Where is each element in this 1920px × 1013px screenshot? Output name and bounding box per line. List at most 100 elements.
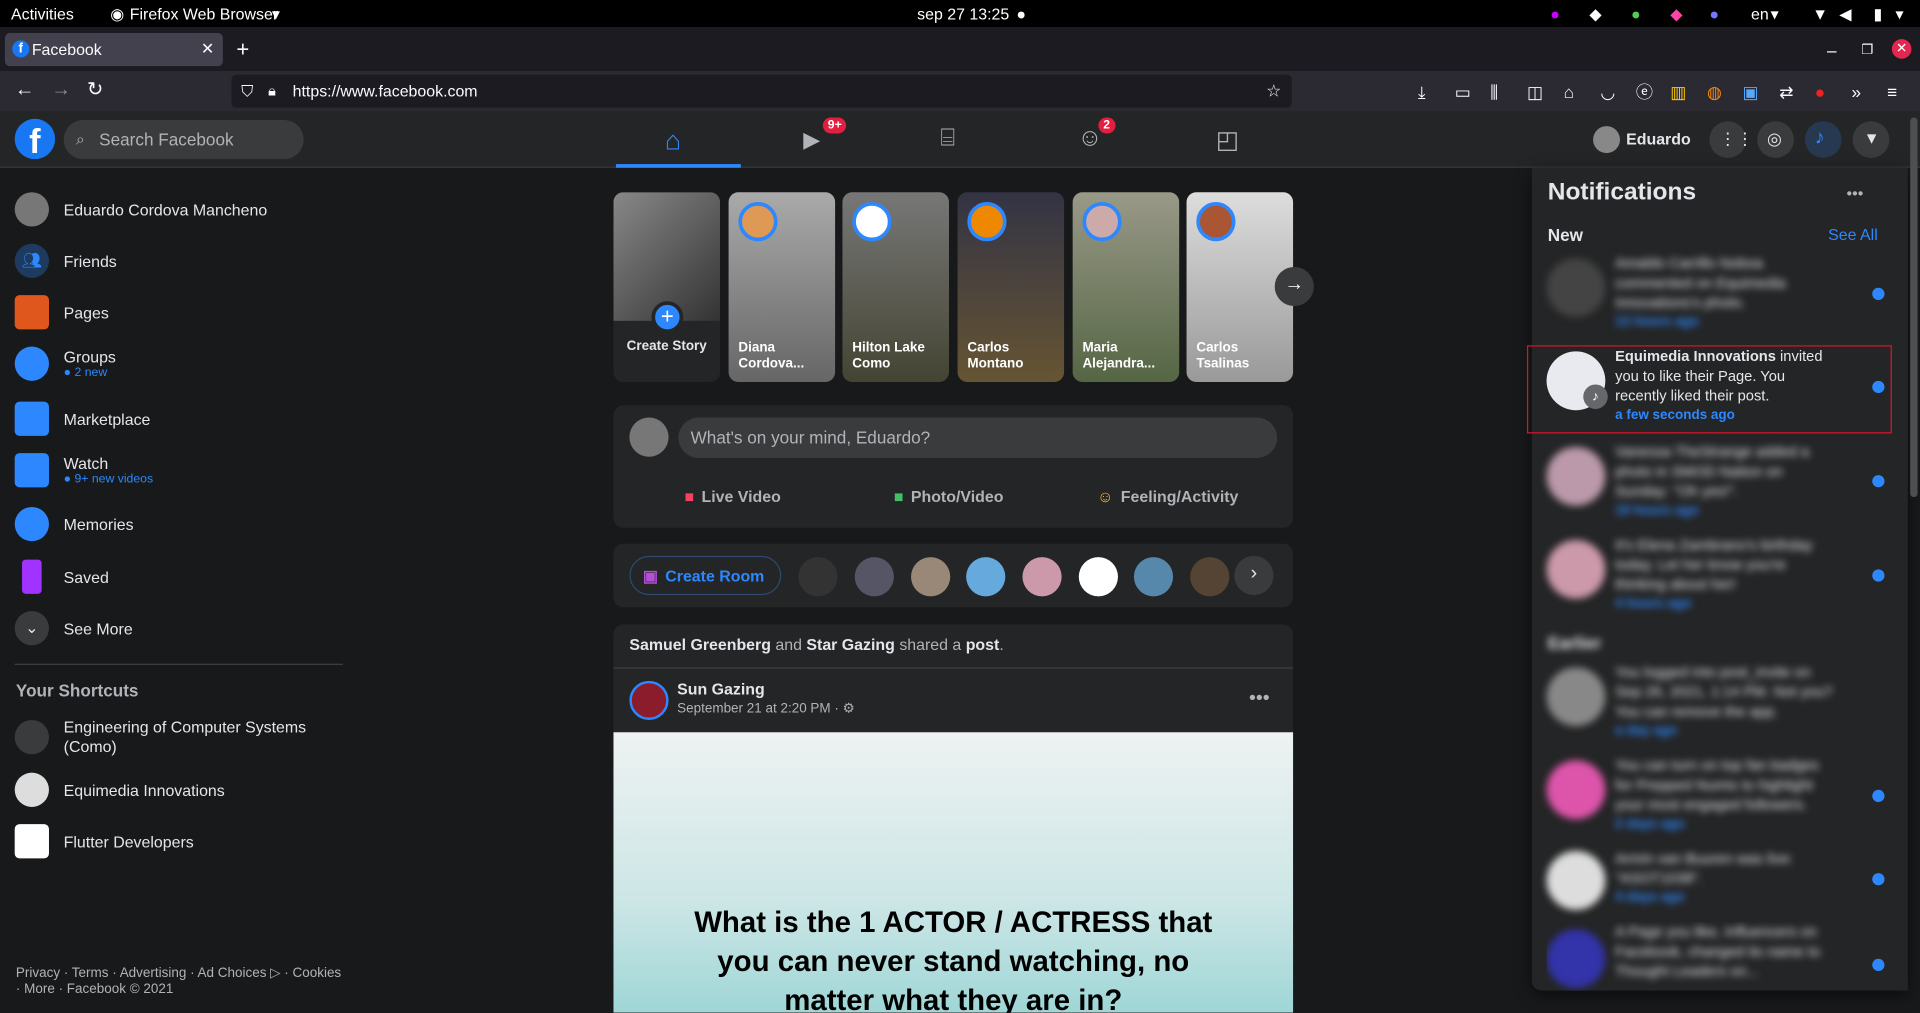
post-date[interactable]: September 21 at 2:20 PM · ⚙ [677,700,855,717]
user-avatar[interactable] [1593,126,1621,154]
story-card[interactable]: Diana Cordova... [728,192,836,383]
extension-translate-icon[interactable]: ▣ [1742,83,1758,100]
dropbox-icon[interactable]: ◆ [1589,5,1601,25]
forward-icon[interactable]: → [51,80,71,100]
url-text[interactable]: https://www.facebook.com [293,82,478,100]
home-icon[interactable]: ⌂ [665,125,681,157]
extension-globe-icon[interactable]: ◍ [1707,83,1722,100]
close-window-icon[interactable]: ✕ [1891,39,1912,59]
room-avatar[interactable] [911,557,951,597]
sidebar-see-more[interactable]: ⌄ See More [14,611,133,646]
tray-shield-icon[interactable]: ● [1631,5,1641,23]
story-card[interactable]: Hilton Lake Como [842,192,949,383]
sidebar-item-watch[interactable]: Watch ● 9+ new videos [14,453,153,488]
photo-video-button[interactable]: ■ Photo/Video [894,487,1004,505]
language-indicator[interactable]: en [1751,5,1769,23]
shortcut-engineering[interactable]: Engineering of Computer Systems (Como) [14,718,333,757]
wifi-icon[interactable]: ▼ [1812,5,1828,23]
notification-item[interactable]: It's Elena Zambrano's birthday today. Le… [1546,535,1890,613]
library-icon[interactable]: ⫼ [1490,83,1498,100]
post-page-name[interactable]: Sun Gazing [677,680,765,698]
room-avatar[interactable] [1133,557,1174,597]
minimize-icon[interactable]: – [1827,42,1837,59]
overflow-icon[interactable]: » [1851,83,1861,100]
messenger-button[interactable]: ◎ [1757,121,1794,158]
room-avatar[interactable] [1078,557,1118,597]
volume-icon[interactable]: ◀ [1839,5,1851,25]
notifications-options-icon[interactable]: ••• [1847,184,1881,204]
live-video-button[interactable]: ■ Live Video [684,487,780,505]
extension-e-icon[interactable]: ⓔ [1636,83,1653,100]
shared-by-b[interactable]: Star Gazing [806,636,894,654]
sidebar-item-marketplace[interactable]: Marketplace [14,401,150,436]
watch-icon[interactable]: ▶ [803,127,820,153]
facebook-logo-icon[interactable]: f [14,118,56,160]
extension-icon[interactable]: ⌂ [1564,83,1574,100]
page-avatar[interactable] [629,680,669,721]
search-input[interactable]: Search Facebook [99,130,233,150]
composer-input[interactable]: What's on your mind, Eduardo? [678,417,1278,458]
back-icon[interactable]: ← [15,80,35,100]
page-scrollbar[interactable] [1910,117,1918,498]
notification-item[interactable]: Vanessa TheStrange added a photo in SMOD… [1546,442,1890,520]
notification-item[interactable]: You logged into post_invite on Sep 26, 2… [1546,662,1890,740]
screenshot-icon[interactable]: ▭ [1455,83,1471,100]
gaming-icon[interactable]: ◰ [1216,125,1239,156]
browser-tab[interactable]: f Facebook ✕ [4,33,223,67]
sidebar-icon[interactable]: ◫ [1527,83,1543,100]
clock[interactable]: sep 27 13:25 [917,5,1009,23]
extension-record-icon[interactable]: ● [1815,83,1825,100]
notification-item-equimedia[interactable]: ♪ Equimedia Innovations invited you to l… [1546,348,1890,429]
bookmark-star-icon[interactable]: ☆ [1266,81,1281,102]
menu-button[interactable]: ⋮⋮ [1709,121,1753,158]
notification-item[interactable]: You can turn on top fan badges for Prepp… [1546,756,1890,834]
more-options-icon[interactable]: ••• [1249,688,1270,710]
sidebar-item-groups[interactable]: Groups ● 2 new [14,346,116,381]
battery-icon[interactable]: ▮ [1873,5,1882,25]
sidebar-item-pages[interactable]: Pages [14,295,109,330]
user-name[interactable]: Eduardo [1626,130,1691,148]
create-room-button[interactable]: ▣ Create Room [629,555,782,596]
account-button[interactable]: ▼ [1852,121,1890,158]
app-menu[interactable]: Firefox Web Browser [130,5,278,23]
sidebar-item-memories[interactable]: Memories [14,506,134,542]
tray-app2-icon[interactable]: ◆ [1670,5,1682,25]
downloads-icon[interactable]: ⤓ [1418,83,1426,100]
sidebar-item-saved[interactable]: Saved [15,559,109,594]
sidebar-profile[interactable]: Eduardo Cordova Mancheno [14,192,267,227]
notification-item[interactable]: Armin van Buuren was live: "ASOT1038". 4 … [1546,849,1890,922]
room-avatar[interactable] [798,557,838,597]
activities-button[interactable]: Activities [11,5,74,23]
tray-app3-icon[interactable]: ● [1709,5,1719,23]
search-box[interactable]: ⌕ Search Facebook [63,120,304,160]
hamburger-menu-icon[interactable]: ≡ [1887,83,1897,100]
chevron-down-icon[interactable]: ▾ [1896,5,1904,25]
close-tab-icon[interactable]: ✕ [201,39,214,59]
room-avatar[interactable] [966,557,1006,597]
address-bar[interactable]: ⛉ 🔒︎ https://www.facebook.com ☆ [231,74,1292,108]
shield-icon[interactable]: ⛉ [241,82,253,102]
extension-shuffle-icon[interactable]: ⇄ [1779,83,1793,100]
stories-next-button[interactable]: → [1274,266,1314,307]
notifications-button[interactable]: ♪ [1804,121,1842,158]
see-all-link[interactable]: See All [1828,225,1878,243]
rooms-next-button[interactable]: › [1234,555,1274,596]
sidebar-item-friends[interactable]: 👥︎ Friends [14,243,117,278]
shared-by-a[interactable]: Samuel Greenberg [629,636,771,654]
marketplace-icon[interactable]: ⌸ [940,125,955,153]
room-avatar[interactable] [1190,557,1230,597]
shortcut-equimedia[interactable]: Equimedia Innovations [14,772,225,807]
notification-item[interactable]: A Page you like, Influencers on Facebook… [1546,922,1890,991]
shared-object[interactable]: post [966,636,1000,654]
shortcut-flutter[interactable]: Flutter Developers [14,824,194,859]
story-card[interactable]: Maria Alejandra... [1072,192,1180,383]
create-story-card[interactable]: + Create Story [613,192,721,383]
tray-app-icon[interactable]: ● [1550,5,1560,23]
story-card[interactable]: Carlos Montano [957,192,1065,383]
feeling-button[interactable]: ☺ Feeling/Activity [1097,487,1238,505]
post-image[interactable]: What is the 1 ACTOR / ACTRESS that you c… [613,732,1294,1013]
notification-item[interactable]: Amaldo Carrillo Noboa commented on Equim… [1546,253,1890,329]
lock-icon[interactable]: 🔒︎ [268,82,276,100]
extension-bars-icon[interactable]: ▥ [1670,83,1686,100]
restore-icon[interactable]: ❐ [1861,42,1873,59]
